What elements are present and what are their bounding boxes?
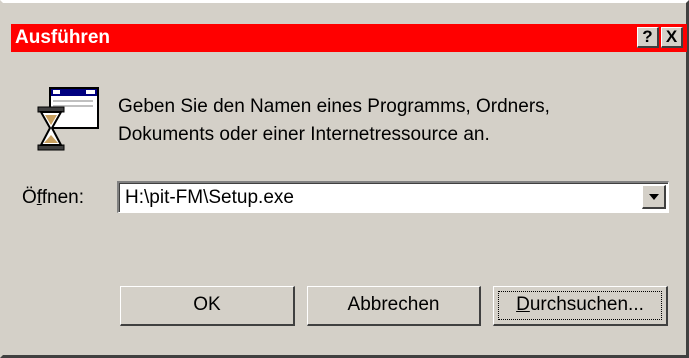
open-combobox[interactable]: H:\pit-FM\Setup.exe (117, 181, 669, 213)
browse-accesskey: D (516, 294, 530, 315)
close-icon: X (665, 27, 678, 46)
open-label-suffix: fnen: (41, 187, 84, 208)
browse-button[interactable]: Durchsuchen... (493, 286, 668, 326)
help-icon: ? (642, 27, 653, 46)
cancel-button[interactable]: Abbrechen (307, 286, 481, 326)
ok-button-label: OK (193, 294, 221, 315)
help-button[interactable]: ? (637, 27, 659, 48)
open-input[interactable]: H:\pit-FM\Setup.exe (125, 187, 294, 209)
instructions-text: Geben Sie den Namen eines Programms, Ord… (118, 93, 550, 149)
instructions-line-2: Dokuments oder einer Internetressource a… (118, 124, 490, 145)
open-label: Öffnen: (22, 187, 84, 209)
chevron-down-icon (649, 194, 659, 200)
browse-button-label: urchsuchen... (529, 294, 644, 315)
instructions-line-1: Geben Sie den Namen eines Programms, Ord… (118, 96, 550, 117)
title-bar[interactable]: Ausführen ? X (11, 24, 687, 52)
window-title: Ausführen (15, 27, 110, 48)
open-label-prefix: Ö (22, 187, 37, 208)
ok-button[interactable]: OK (120, 286, 295, 326)
dropdown-button[interactable] (642, 185, 666, 209)
run-program-hourglass-icon (37, 87, 99, 151)
cancel-button-label: Abbrechen (347, 294, 440, 315)
close-button[interactable]: X (661, 27, 683, 48)
